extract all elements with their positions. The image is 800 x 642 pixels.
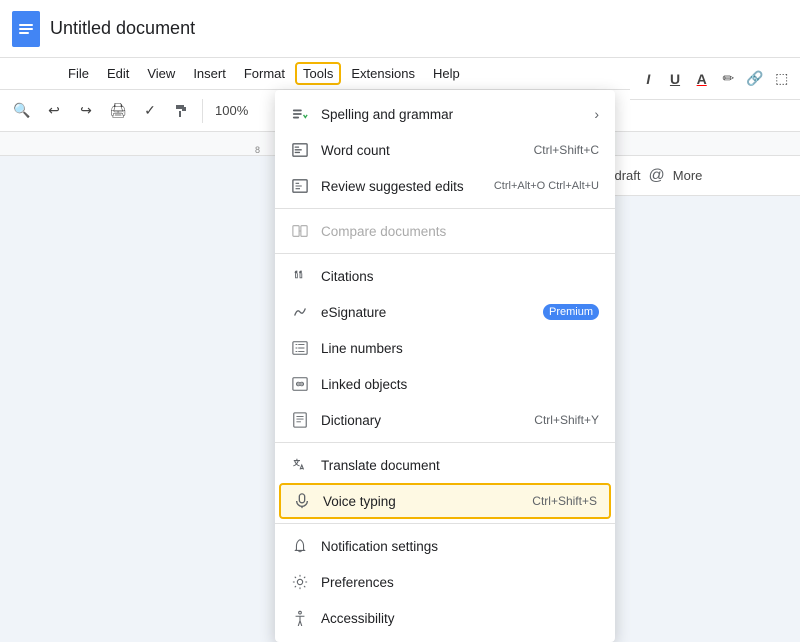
compare-icon bbox=[291, 222, 309, 240]
review-edits-label: Review suggested edits bbox=[321, 179, 482, 194]
citations-label: Citations bbox=[321, 269, 599, 284]
menu-item-review-edits[interactable]: Review suggested edits Ctrl+Alt+O Ctrl+A… bbox=[275, 168, 615, 204]
voice-typing-shortcut: Ctrl+Shift+S bbox=[532, 494, 597, 508]
menu-item-citations[interactable]: Citations bbox=[275, 258, 615, 294]
translate-label: Translate document bbox=[321, 458, 599, 473]
divider-4 bbox=[275, 523, 615, 524]
spelling-grammar-label: Spelling and grammar bbox=[321, 107, 582, 122]
divider-1 bbox=[275, 208, 615, 209]
underline-btn[interactable]: U bbox=[665, 65, 686, 93]
menu-format[interactable]: Format bbox=[236, 62, 293, 85]
dictionary-label: Dictionary bbox=[321, 413, 522, 428]
title-bar: Untitled document bbox=[0, 0, 800, 58]
print-btn[interactable]: 🖨 bbox=[104, 97, 132, 125]
divider-3 bbox=[275, 442, 615, 443]
premium-badge: Premium bbox=[543, 304, 599, 320]
word-count-label: Word count bbox=[321, 143, 522, 158]
translate-icon bbox=[291, 456, 309, 474]
tools-dropdown-menu: Spelling and grammar › Word count Ctrl+S… bbox=[275, 90, 615, 642]
preferences-label: Preferences bbox=[321, 575, 599, 590]
font-color-btn[interactable]: A bbox=[691, 65, 712, 93]
at-symbol: @ bbox=[649, 167, 665, 185]
toolbar-divider-1 bbox=[202, 99, 203, 123]
menu-item-line-numbers[interactable]: Line numbers bbox=[275, 330, 615, 366]
linked-objects-icon bbox=[291, 375, 309, 393]
document-title[interactable]: Untitled document bbox=[50, 18, 195, 39]
linked-objects-label: Linked objects bbox=[321, 377, 599, 392]
line-numbers-label: Line numbers bbox=[321, 341, 599, 356]
menu-item-spelling-grammar[interactable]: Spelling and grammar › bbox=[275, 96, 615, 132]
dictionary-icon bbox=[291, 411, 309, 429]
title-area: Untitled document bbox=[50, 18, 195, 39]
notification-settings-label: Notification settings bbox=[321, 539, 599, 554]
menu-view[interactable]: View bbox=[139, 62, 183, 85]
preferences-icon bbox=[291, 573, 309, 591]
menu-item-accessibility[interactable]: Accessibility bbox=[275, 600, 615, 636]
divider-2 bbox=[275, 253, 615, 254]
menu-item-translate[interactable]: Translate document bbox=[275, 447, 615, 483]
image-btn[interactable]: ⬚ bbox=[771, 65, 792, 93]
esignature-icon bbox=[291, 303, 309, 321]
highlight-btn[interactable]: ✏ bbox=[718, 65, 739, 93]
menu-item-preferences[interactable]: Preferences bbox=[275, 564, 615, 600]
dictionary-shortcut: Ctrl+Shift+Y bbox=[534, 413, 599, 427]
menu-item-linked-objects[interactable]: Linked objects bbox=[275, 366, 615, 402]
menu-edit[interactable]: Edit bbox=[99, 62, 137, 85]
menu-item-voice-typing[interactable]: Voice typing Ctrl+Shift+S bbox=[279, 483, 611, 519]
line-numbers-icon bbox=[291, 339, 309, 357]
accessibility-icon bbox=[291, 609, 309, 627]
esignature-label: eSignature bbox=[321, 305, 531, 320]
menu-item-compare-documents: Compare documents bbox=[275, 213, 615, 249]
search-toolbar-btn[interactable]: 🔍 bbox=[8, 97, 36, 125]
voice-typing-label: Voice typing bbox=[323, 494, 520, 509]
italic-btn[interactable]: I bbox=[638, 65, 659, 93]
spellcheck-btn[interactable]: ✓ bbox=[136, 97, 164, 125]
review-edits-icon bbox=[291, 177, 309, 195]
redo-btn[interactable]: ↪ bbox=[72, 97, 100, 125]
menu-help[interactable]: Help bbox=[425, 62, 468, 85]
menu-extensions[interactable]: Extensions bbox=[343, 62, 423, 85]
google-docs-icon bbox=[12, 11, 40, 47]
menu-item-esignature[interactable]: eSignature Premium bbox=[275, 294, 615, 330]
zoom-control[interactable]: 100% bbox=[209, 97, 254, 125]
accessibility-label: Accessibility bbox=[321, 611, 599, 626]
notification-icon bbox=[291, 537, 309, 555]
link-btn[interactable]: 🔗 bbox=[745, 65, 766, 93]
more-label[interactable]: More bbox=[673, 168, 703, 183]
compare-docs-label: Compare documents bbox=[321, 224, 599, 239]
menu-item-word-count[interactable]: Word count Ctrl+Shift+C bbox=[275, 132, 615, 168]
menu-item-dictionary[interactable]: Dictionary Ctrl+Shift+Y bbox=[275, 402, 615, 438]
spelling-arrow: › bbox=[594, 106, 599, 122]
menu-tools[interactable]: Tools bbox=[295, 62, 341, 85]
menu-item-notification-settings[interactable]: Notification settings bbox=[275, 528, 615, 564]
citations-icon bbox=[291, 267, 309, 285]
word-count-icon bbox=[291, 141, 309, 159]
undo-btn[interactable]: ↩ bbox=[40, 97, 68, 125]
word-count-shortcut: Ctrl+Shift+C bbox=[534, 143, 599, 157]
review-edits-shortcut: Ctrl+Alt+O Ctrl+Alt+U bbox=[494, 180, 599, 192]
spelling-icon bbox=[291, 105, 309, 123]
right-toolbar: I U A ✏ 🔗 ⬚ bbox=[630, 58, 800, 100]
menu-file[interactable]: File bbox=[60, 62, 97, 85]
draft-bar: l draft @ More bbox=[600, 156, 800, 196]
paint-format-btn[interactable] bbox=[168, 97, 196, 125]
menu-insert[interactable]: Insert bbox=[185, 62, 234, 85]
voice-typing-icon bbox=[293, 492, 311, 510]
